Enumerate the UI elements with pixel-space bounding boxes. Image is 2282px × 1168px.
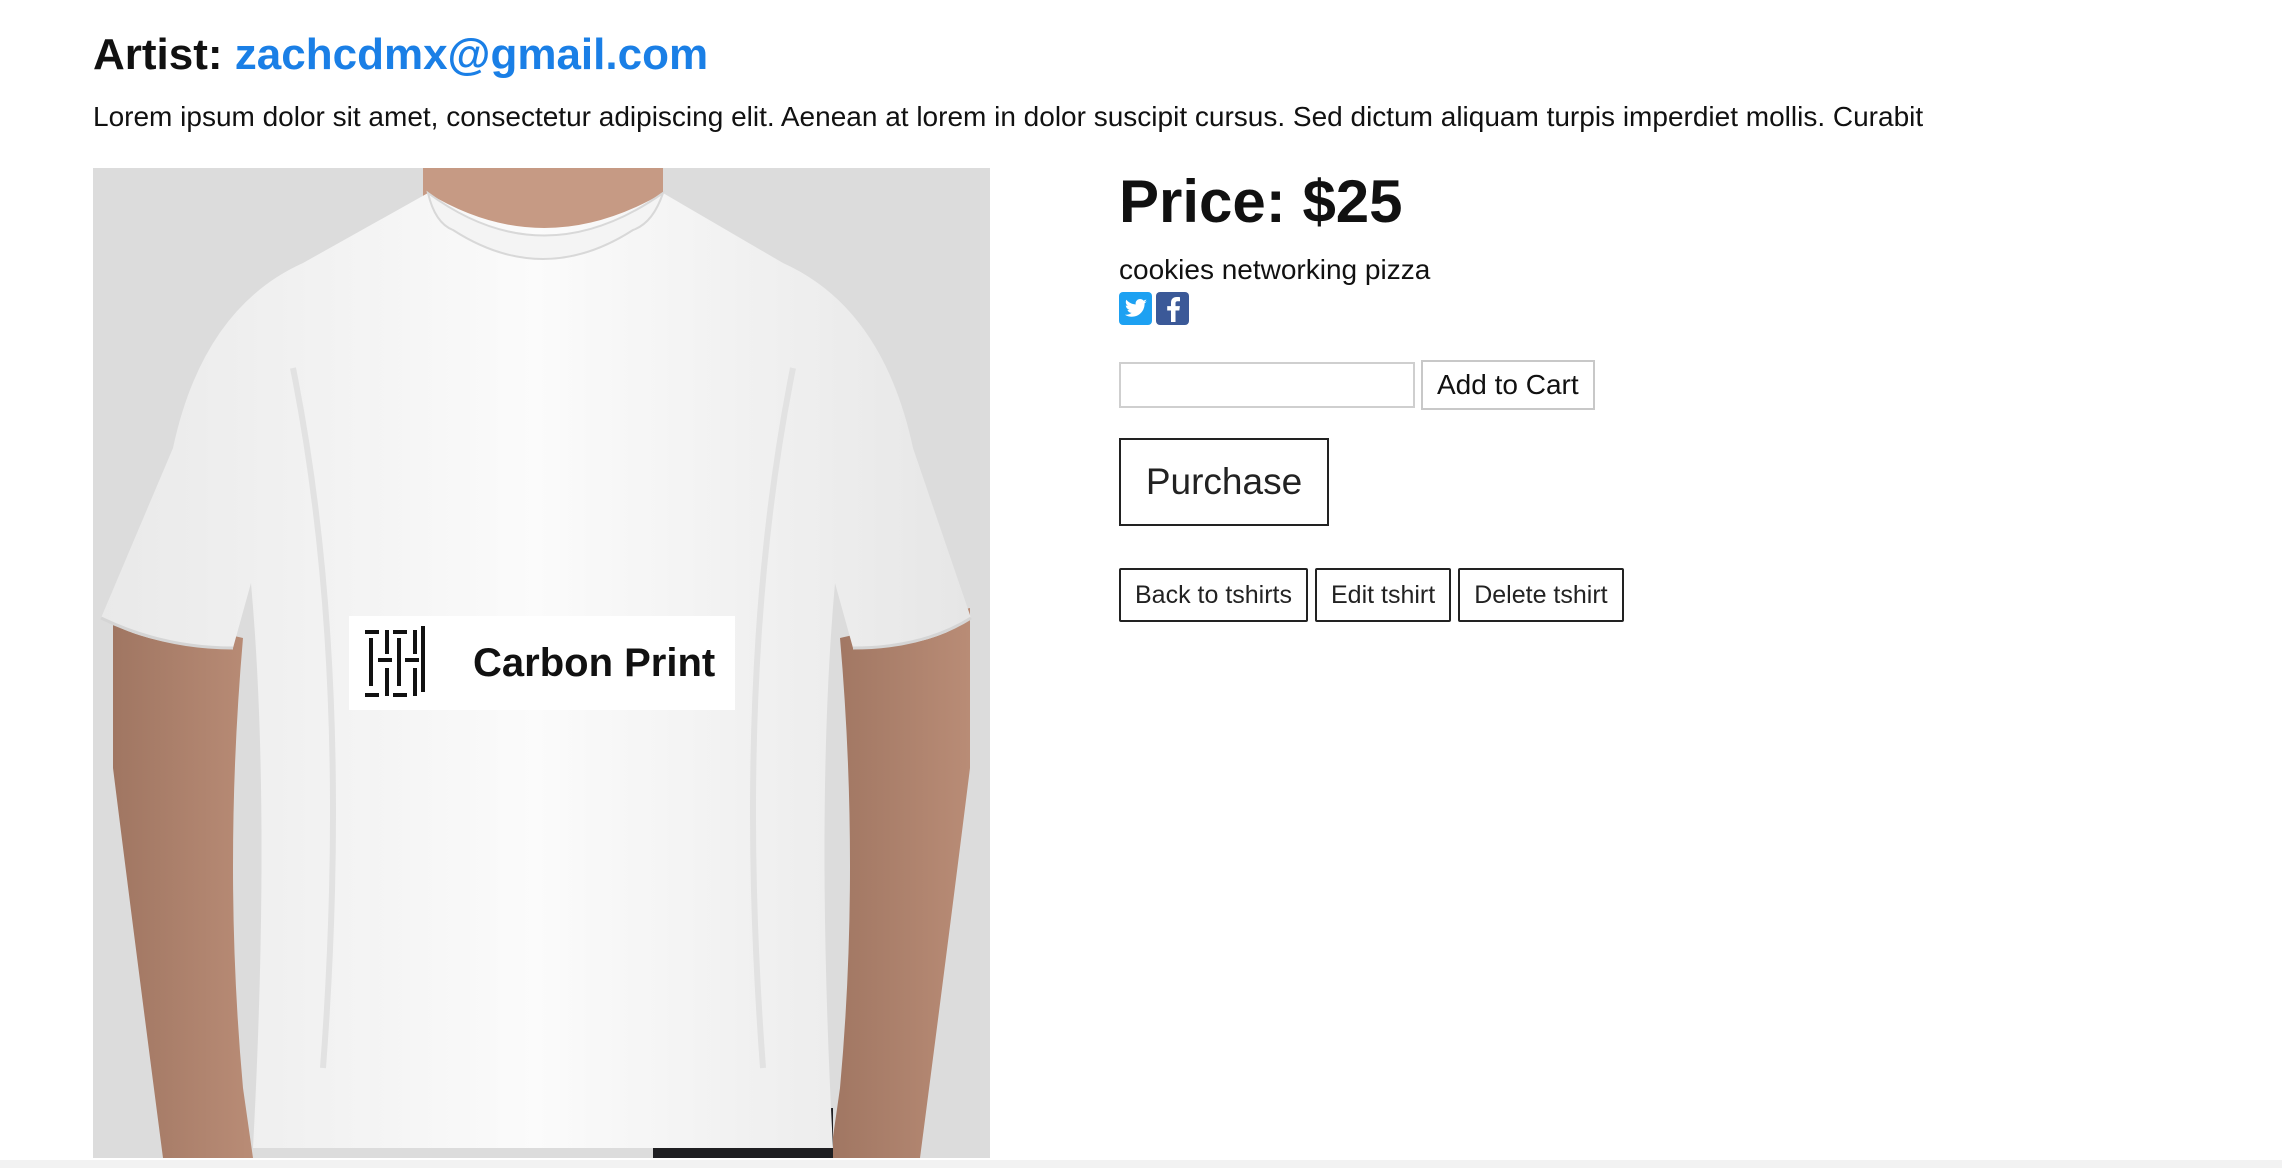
add-to-cart-button[interactable]: Add to Cart [1421,360,1595,410]
page: Artist: zachcdmx@gmail.com Lorem ipsum d… [0,0,2282,1168]
delete-tshirt-button[interactable]: Delete tshirt [1458,568,1624,622]
price-heading: Price: $25 [1119,160,2119,244]
artist-description: Lorem ipsum dolor sit amet, consectetur … [93,101,1924,132]
twitter-icon [1124,298,1147,317]
product-details: Price: $25 cookies networking pizza Add … [1119,160,2119,622]
facebook-share-button[interactable] [1156,292,1189,325]
tshirt-actions: Back to tshirts Edit tshirt Delete tshir… [1119,568,2119,622]
tshirt-illustration: Carbon Print [93,168,990,1158]
add-to-cart-form: Add to Cart [1119,360,2119,410]
carbon-print-text: Carbon Print [473,641,715,685]
back-to-tshirts-button[interactable]: Back to tshirts [1119,568,1308,622]
tshirt-tags: cookies networking pizza [1119,254,1431,285]
facebook-icon [1166,296,1180,322]
price-value: $25 [1302,168,1403,235]
page-bottom-edge [0,1160,2282,1168]
artist-email-link[interactable]: zachcdmx@gmail.com [235,30,708,79]
edit-tshirt-button[interactable]: Edit tshirt [1315,568,1452,622]
purchase-button[interactable]: Purchase [1119,438,1329,526]
quantity-input[interactable] [1119,362,1415,408]
social-share [1119,292,2119,326]
artist-heading: Artist: zachcdmx@gmail.com [93,26,708,84]
price-label: Price: [1119,168,1286,235]
header: Artist: zachcdmx@gmail.com [93,26,708,84]
tshirt-image: Carbon Print [93,168,990,1158]
artist-label: Artist: [93,30,223,79]
twitter-share-button[interactable] [1119,292,1152,325]
